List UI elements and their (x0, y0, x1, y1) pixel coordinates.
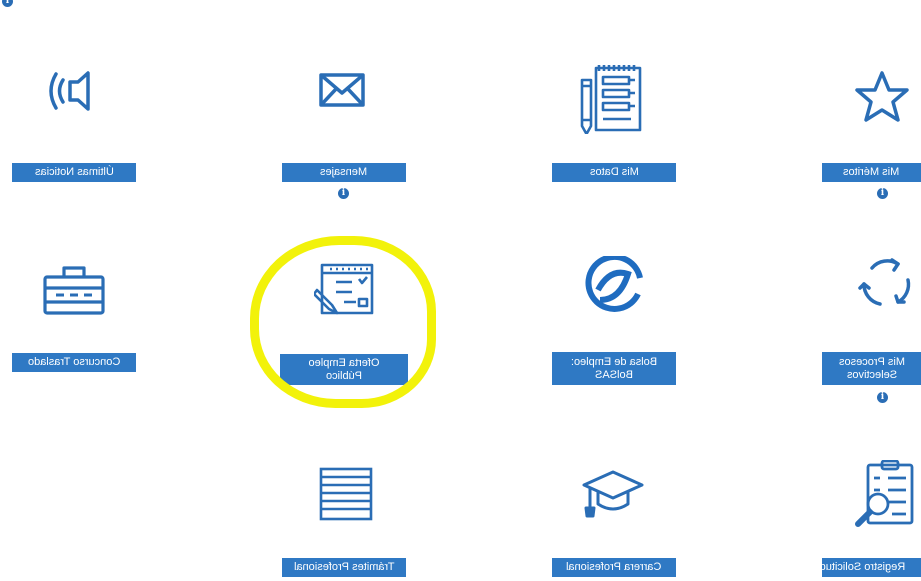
envelope-icon (319, 73, 365, 107)
mis-meritos-button[interactable]: Mis Méritos (822, 163, 921, 182)
carrera-profesional-button[interactable]: Carrera Profesional (552, 558, 676, 577)
mis-meritos-info-icon[interactable]: i (877, 188, 888, 199)
mis-procesos-selectivos-button[interactable]: Mis Procesos Selectivos (822, 352, 921, 385)
ultimas-noticias-button[interactable]: Últimas Noticias (12, 163, 136, 182)
clipboard-magnifier-icon (855, 460, 914, 527)
mis-procesos-info-icon[interactable]: i (877, 392, 888, 403)
star-icon (855, 71, 909, 122)
cycle-arrows-icon (858, 258, 911, 306)
bolsa-empleo-button[interactable]: Bolsa de Empleo: BolSAS (552, 352, 676, 385)
briefcase-icon (43, 266, 105, 315)
bolsas-logo-icon (585, 256, 643, 312)
graduation-cap-icon (582, 470, 644, 518)
mis-datos-button[interactable]: Mis Datos (552, 163, 676, 182)
form-pencil-icon (314, 263, 374, 315)
oferta-empleo-publico-button[interactable]: Oferta Empleo Público (280, 354, 408, 385)
document-lines-icon (319, 467, 373, 521)
registro-solicitudes-button[interactable]: Registro Solicitudes (822, 558, 921, 577)
mensajes-button[interactable]: Mensajes (282, 163, 406, 182)
info-icon[interactable]: i (2, 0, 13, 7)
mensajes-info-icon[interactable]: i (338, 188, 349, 199)
notebook-icon (580, 65, 642, 134)
speaker-icon (49, 71, 90, 111)
concurso-traslado-button[interactable]: Concurso Traslado (12, 353, 136, 372)
tramites-profesional-button[interactable]: Trámites Profesional (282, 558, 406, 577)
